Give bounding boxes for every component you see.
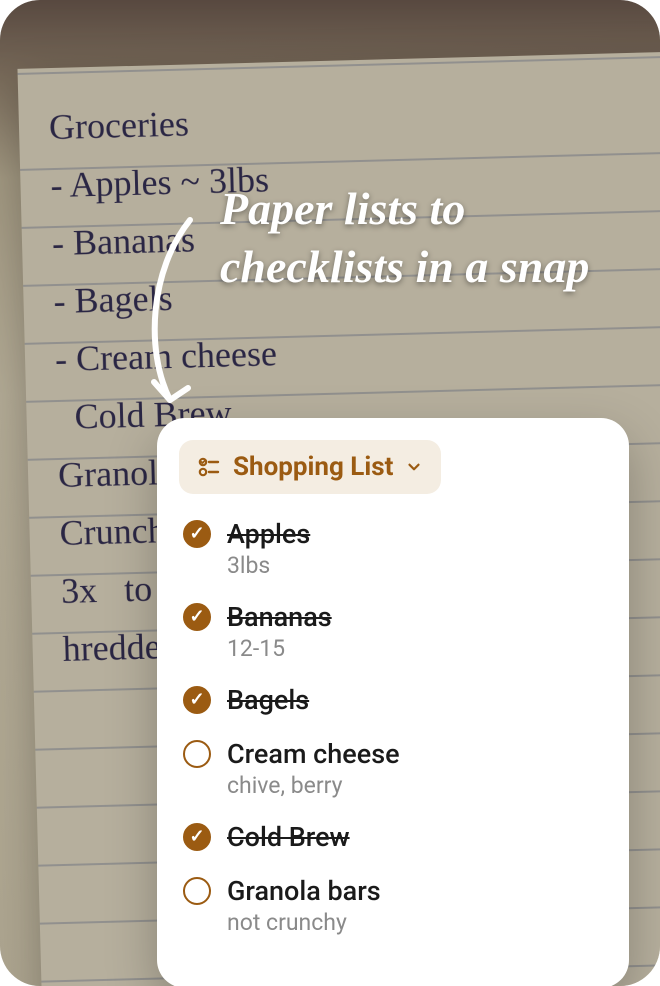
item-text: Bananas12-15 — [227, 601, 603, 662]
item-subtext: 3lbs — [227, 552, 603, 579]
tagline: Paper lists to checklists in a snap — [130, 180, 630, 295]
item-label: Cream cheese — [227, 738, 603, 770]
item-subtext: 12-15 — [227, 635, 603, 662]
arrow-icon — [130, 210, 220, 420]
list-item: Granola barsnot crunchy — [179, 871, 607, 940]
list-item: Cold Brew — [179, 817, 607, 857]
item-text: Cold Brew — [227, 821, 603, 853]
item-checkbox[interactable] — [183, 877, 211, 905]
item-checkbox[interactable] — [183, 740, 211, 768]
item-label: Apples — [227, 518, 603, 550]
item-text: Apples3lbs — [227, 518, 603, 579]
item-checkbox[interactable] — [183, 520, 211, 548]
checklist-icon — [197, 455, 221, 479]
item-checkbox[interactable] — [183, 823, 211, 851]
item-subtext: not crunchy — [227, 909, 603, 936]
checklist-card: Shopping List Apples3lbs Bananas12-15 Bage… — [157, 418, 629, 986]
item-text: Bagels — [227, 684, 603, 716]
item-label: Bananas — [227, 601, 603, 633]
item-text: Cream cheesechive, berry — [227, 738, 603, 799]
chevron-down-icon — [405, 458, 423, 476]
item-label: Bagels — [227, 684, 603, 716]
item-checkbox[interactable] — [183, 686, 211, 714]
list-item: Bagels — [179, 680, 607, 720]
list-item: Apples3lbs — [179, 514, 607, 583]
list-type-selector[interactable]: Shopping List — [179, 440, 441, 494]
tagline-text: Paper lists to checklists in a snap — [220, 180, 630, 295]
item-label: Granola bars — [227, 875, 603, 907]
list-item: Cream cheesechive, berry — [179, 734, 607, 803]
promo-canvas: Groceries - Apples ~ 3lbs - Bananas - Ba… — [0, 0, 660, 986]
item-label: Cold Brew — [227, 821, 603, 853]
item-text: Granola barsnot crunchy — [227, 875, 603, 936]
checklist-items: Apples3lbs Bananas12-15 Bagels Cream cheese… — [179, 514, 607, 940]
item-subtext: chive, berry — [227, 772, 603, 799]
list-item: Bananas12-15 — [179, 597, 607, 666]
item-checkbox[interactable] — [183, 603, 211, 631]
list-type-label: Shopping List — [233, 452, 393, 482]
